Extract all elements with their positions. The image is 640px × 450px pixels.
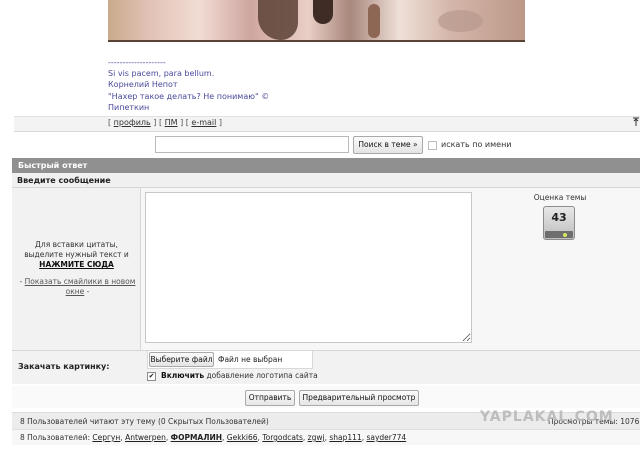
users-list: 8 Пользователей: Сергун, Antwerpen, ФОРМ… [20, 433, 407, 442]
signature-line: Пипеткин [108, 102, 150, 112]
search-by-name-checkbox[interactable] [428, 141, 437, 150]
search-input[interactable] [155, 136, 349, 153]
quick-reply-header: Быстрый ответ [12, 158, 640, 173]
user-link[interactable]: zgwj [308, 433, 325, 442]
upload-label: Закачать картинку: [18, 362, 110, 371]
search-by-name-label: искать по имени [441, 140, 512, 149]
profile-link[interactable]: профиль [114, 118, 151, 127]
topic-rating-value: 43 [551, 211, 567, 224]
email-link[interactable]: e-mail [191, 118, 216, 127]
user-link[interactable]: Antwerpen [125, 433, 166, 442]
pm-link[interactable]: ПМ [165, 118, 178, 127]
user-link[interactable]: sayder774 [366, 433, 406, 442]
signature-line: "Нахер такое делать? Не понимаю" © [108, 91, 270, 101]
message-textarea[interactable] [145, 192, 472, 343]
user-link[interactable]: Torgodcats [262, 433, 303, 442]
signature-line: Корнелий Непот [108, 80, 178, 90]
rating-bar [545, 231, 573, 238]
search-in-topic-button[interactable]: Поиск в теме » [353, 136, 423, 154]
user-link[interactable]: Gekki66 [227, 433, 258, 442]
insert-quote-link[interactable]: НАЖМИТЕ СЮДА [20, 260, 133, 270]
readers-count: 8 Пользователей читают эту тему (0 Скрыт… [20, 417, 269, 426]
post-links: [ профиль ] [ ПМ ] [ e-mail ] [108, 118, 223, 127]
user-link[interactable]: Сергун [92, 433, 120, 442]
add-logo-label: Включить добавление логотипа сайта [161, 371, 318, 380]
user-link[interactable]: ФОРМАЛИН [171, 433, 222, 442]
arrow-up-icon[interactable] [632, 117, 640, 127]
preview-button[interactable]: Предварительный просмотр [299, 390, 419, 406]
post-signature: -------------------- Si vis pacem, para … [108, 57, 269, 113]
signature-line: -------------------- [108, 58, 166, 67]
send-button[interactable]: Отправить [245, 390, 295, 406]
file-status: Файл не выбран [218, 355, 283, 364]
choose-file-button[interactable]: Выберите файл [149, 352, 214, 367]
show-smiles-link[interactable]: Показать смайлики в новом окне [25, 277, 136, 296]
enter-message-label: Введите сообщение [17, 176, 111, 185]
site-watermark: YAPLAKAL.COM [480, 409, 614, 425]
quote-hint: Для вставки цитаты, выделите нужный текс… [20, 240, 133, 270]
signature-line: Si vis pacem, para bellum. [108, 69, 215, 79]
user-link[interactable]: shap111 [329, 433, 361, 442]
rating-indicator-icon [563, 233, 567, 237]
post-image [108, 0, 525, 42]
add-logo-checkbox[interactable]: ✔ [147, 372, 156, 381]
smiles-hint: - Показать смайлики в новом окне - [19, 277, 136, 296]
topic-rating-label: Оценка темы [533, 193, 587, 202]
